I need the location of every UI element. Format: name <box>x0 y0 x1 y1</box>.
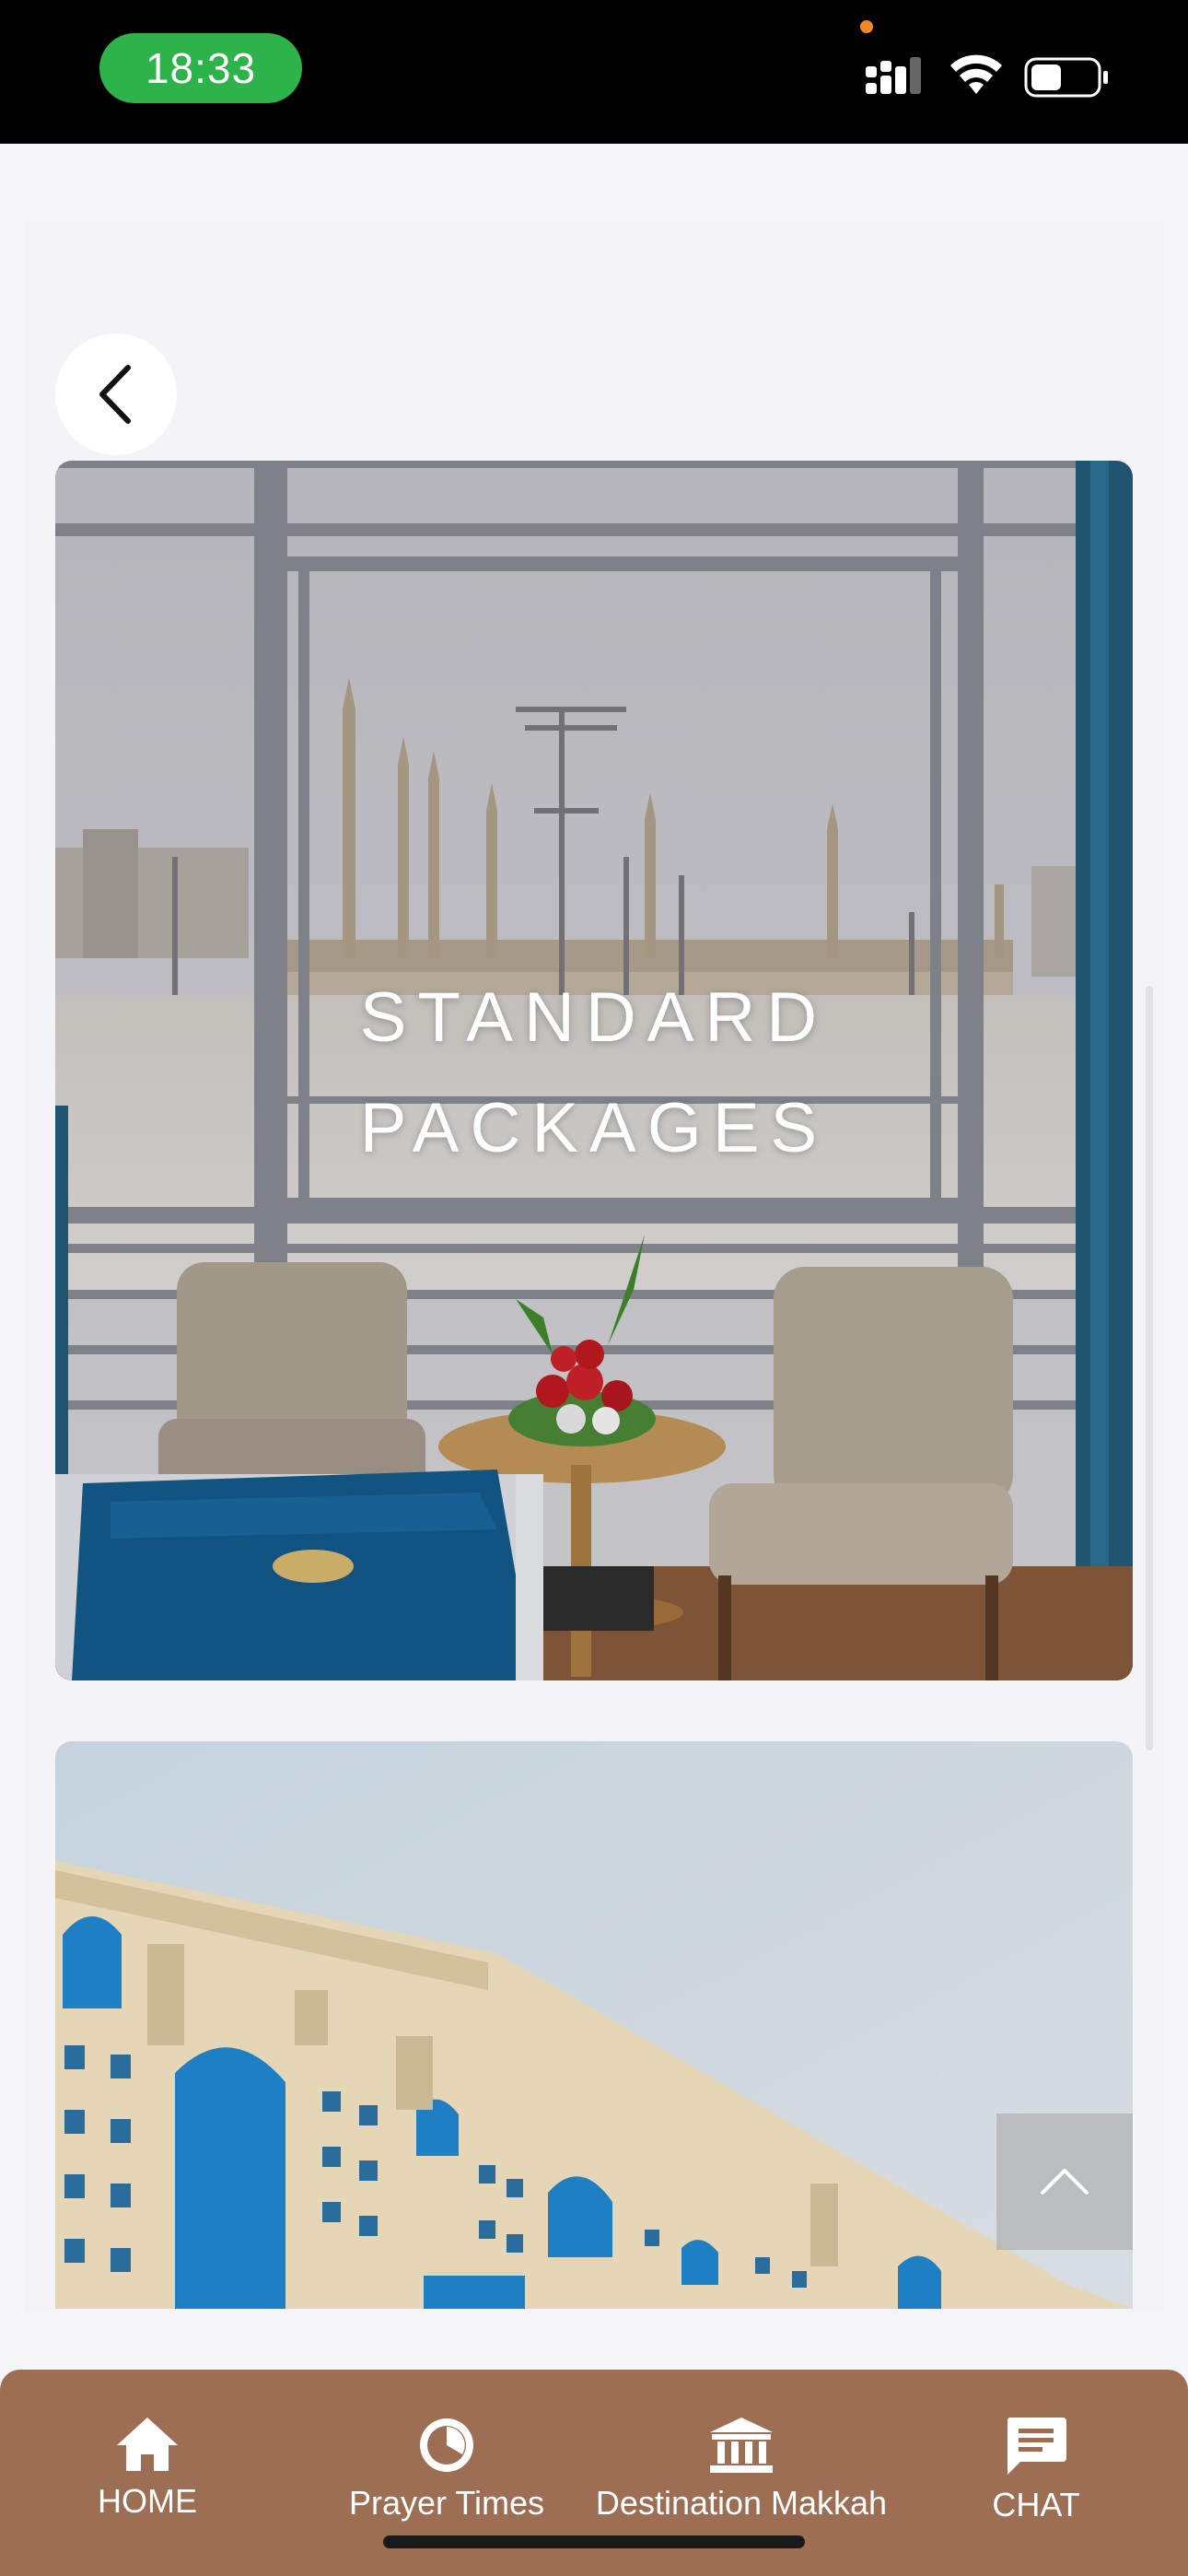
chevron-up-icon <box>1041 2169 1089 2195</box>
landmark-icon <box>710 2418 773 2473</box>
clock-icon <box>420 2418 473 2472</box>
privacy-indicator-dot <box>860 20 873 33</box>
nav-label-prayer-times: Prayer Times <box>348 2484 545 2522</box>
home-icon <box>117 2418 178 2471</box>
back-button[interactable] <box>55 334 177 455</box>
wifi-icon <box>950 54 1002 94</box>
nav-label-chat: CHAT <box>992 2486 1080 2523</box>
package-card-second[interactable] <box>55 1741 1133 2309</box>
card-title: STANDARD PACKAGES <box>55 963 1133 1184</box>
battery-icon <box>1024 57 1108 98</box>
nav-label-destination-makkah: Destination Makkah <box>595 2484 888 2522</box>
nav-item-destination-makkah[interactable]: Destination Makkah <box>596 2416 887 2523</box>
nav-item-home[interactable]: HOME <box>83 2416 212 2521</box>
nav-label-home: HOME <box>98 2482 197 2520</box>
status-time: 18:33 <box>99 33 302 103</box>
home-indicator[interactable] <box>383 2535 805 2548</box>
nav-item-chat[interactable]: CHAT <box>976 2416 1096 2524</box>
scroll-to-top-button[interactable] <box>996 2113 1133 2250</box>
card-title-line-1: STANDARD <box>359 978 829 1057</box>
status-bar: 18:33 <box>0 0 1188 144</box>
nav-item-prayer-times[interactable]: Prayer Times <box>348 2416 545 2523</box>
chat-icon <box>1007 2418 1066 2475</box>
package-card-standard[interactable]: STANDARD PACKAGES <box>55 461 1133 1680</box>
card-title-line-2: PACKAGES <box>359 1089 829 1167</box>
signal-icon <box>866 57 921 94</box>
hotel-building-image <box>55 1741 1133 2309</box>
scrollbar[interactable] <box>1146 986 1153 1751</box>
chevron-left-icon <box>99 365 131 424</box>
